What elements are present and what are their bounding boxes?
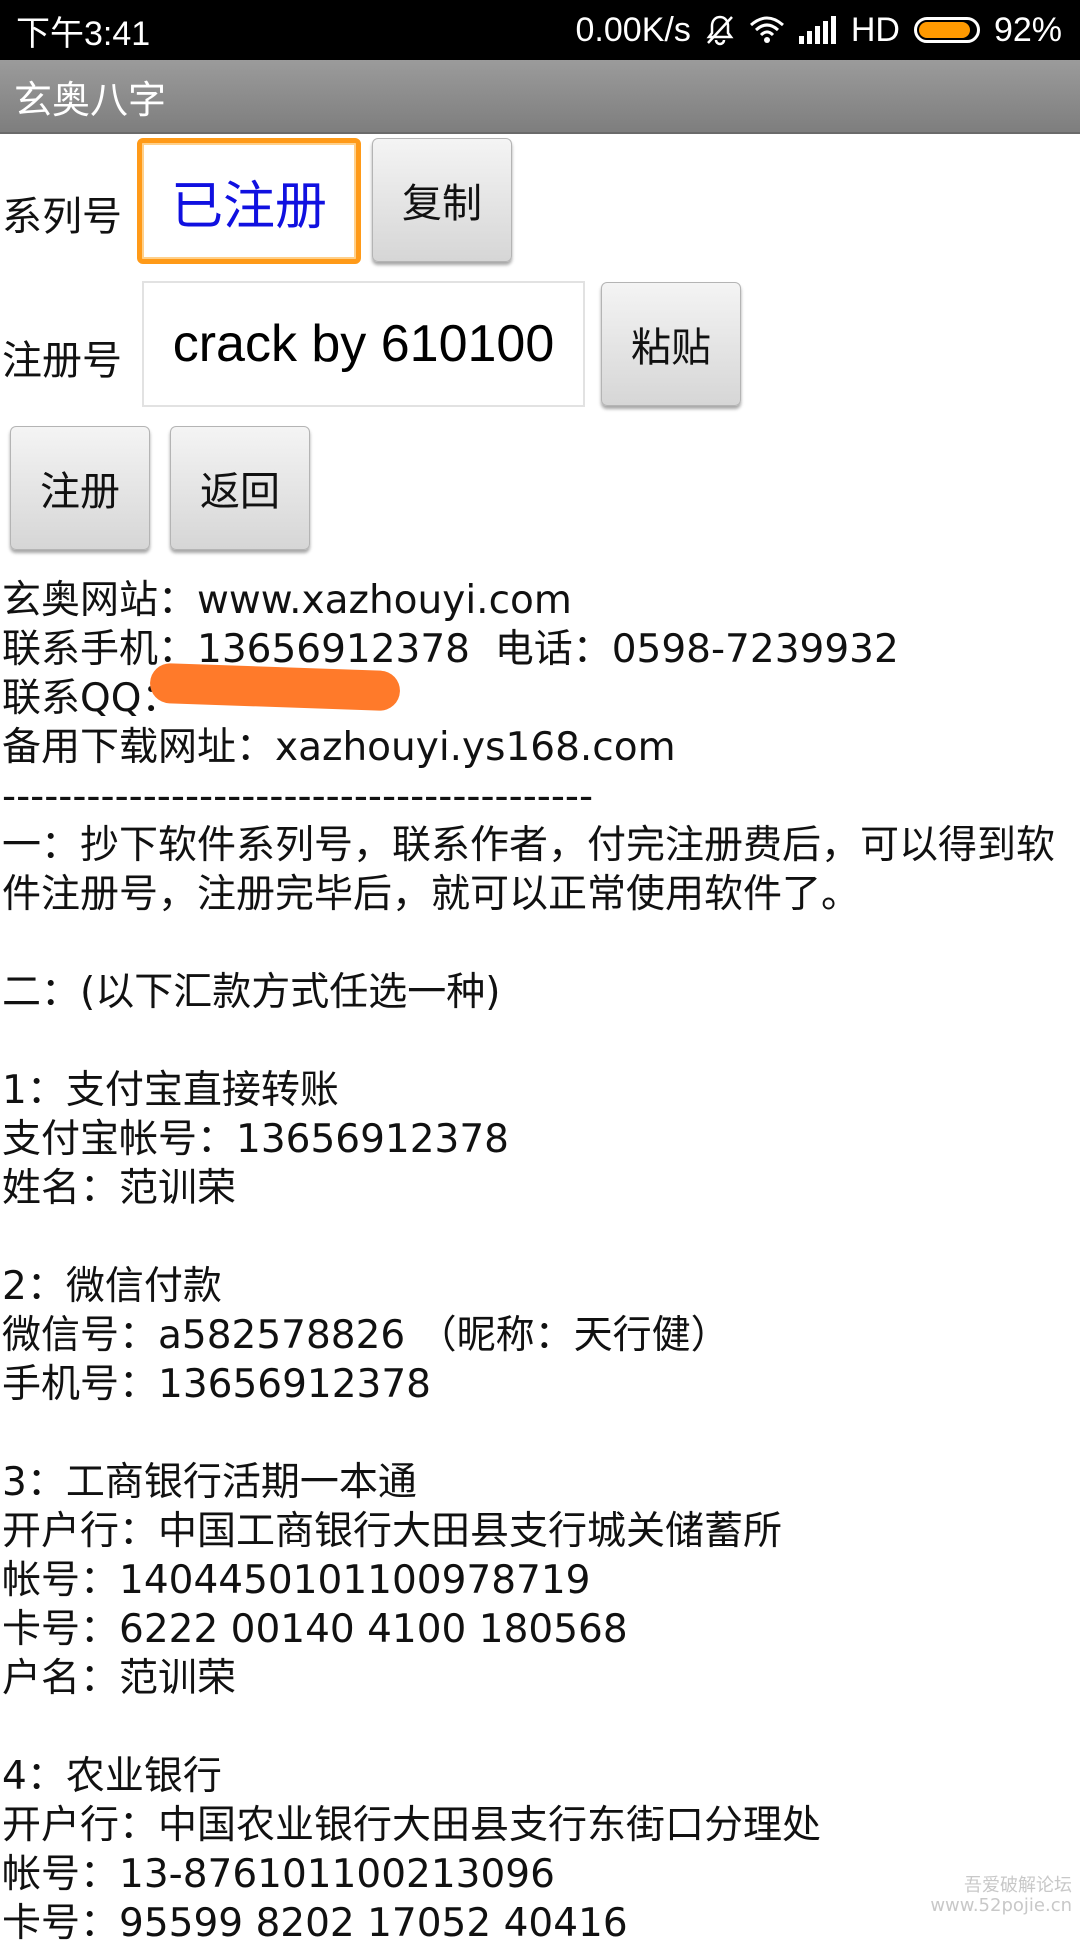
status-time: 下午3:41 [16,14,151,53]
battery-icon [913,17,980,43]
pay4-card: 卡号：95599 8202 17052 40416 [2,1901,628,1946]
pay4-bank: 开户行：中国农业银行大田县支行东街口分理处 [2,1803,822,1848]
battery-percent: 92% [993,10,1062,49]
divider-line: ----------------------------------------… [2,774,594,819]
register-button[interactable]: 注册 [10,426,150,550]
bell-off-icon [705,14,735,46]
pay2-wechat: 微信号：a582578826 （昵称：天行健） [2,1313,730,1358]
pay4-title: 4：农业银行 [2,1754,222,1799]
back-button[interactable]: 返回 [170,426,310,550]
pay2-title: 2：微信付款 [2,1264,222,1309]
watermark-url: www.52pojie.cn [930,1895,1072,1916]
pay4-account: 帐号：13-876101100213096 [2,1852,555,1897]
reg-label: 注册号 [2,338,122,384]
watermark: 吾爱破解论坛 www.52pojie.cn [930,1876,1072,1916]
pay3-bank: 开户行：中国工商银行大田县支行城关储蓄所 [2,1509,783,1554]
app-title-bar: 玄奥八字 [0,60,1080,134]
serial-field[interactable]: 已注册 [137,138,361,264]
net-speed: 0.00K/s [575,10,691,49]
pay1-title: 1：支付宝直接转账 [2,1068,339,1113]
app-title: 玄奥八字 [14,77,167,122]
registration-info: 玄奥网站：www.xazhouyi.com 联系手机：13656912378 电… [2,576,1078,1948]
reg-code-field[interactable]: crack by 610100 [142,281,585,407]
paste-button[interactable]: 粘贴 [601,282,741,406]
copy-button[interactable]: 复制 [372,138,512,262]
pay1-name: 姓名：范训荣 [2,1166,237,1211]
status-bar: 下午3:41 0.00K/s HD 92% [0,0,1080,60]
pay3-card: 卡号：6222 00140 4100 180568 [2,1607,628,1652]
reg-code-value: crack by 610100 [172,315,555,373]
pay3-title: 3：工商银行活期一本通 [2,1460,417,1505]
serial-label: 系列号 [2,194,122,240]
pay3-name: 户名：范训荣 [2,1656,237,1701]
watermark-line: 吾爱破解论坛 [964,1875,1072,1896]
signal-icon [798,16,837,44]
website-line: 玄奥网站：www.xazhouyi.com [2,578,572,623]
wifi-icon [749,15,785,45]
step2-text: 二：(以下汇款方式任选一种) [2,970,501,1015]
network-type: HD [850,10,900,49]
step1-text: 一：抄下软件系列号，联系作者，付完注册费后，可以得到软件注册号，注册完毕后，就可… [2,823,1056,917]
pay3-account: 帐号：1404450101100978719 [2,1558,591,1603]
pay1-account: 支付宝帐号：13656912378 [2,1117,509,1162]
pay2-phone: 手机号：13656912378 [2,1362,431,1407]
backup-url-line: 备用下载网址：xazhouyi.ys168.com [2,725,676,770]
status-icons: 0.00K/s HD 92% [576,11,1062,50]
serial-value: 已注册 [170,176,327,237]
